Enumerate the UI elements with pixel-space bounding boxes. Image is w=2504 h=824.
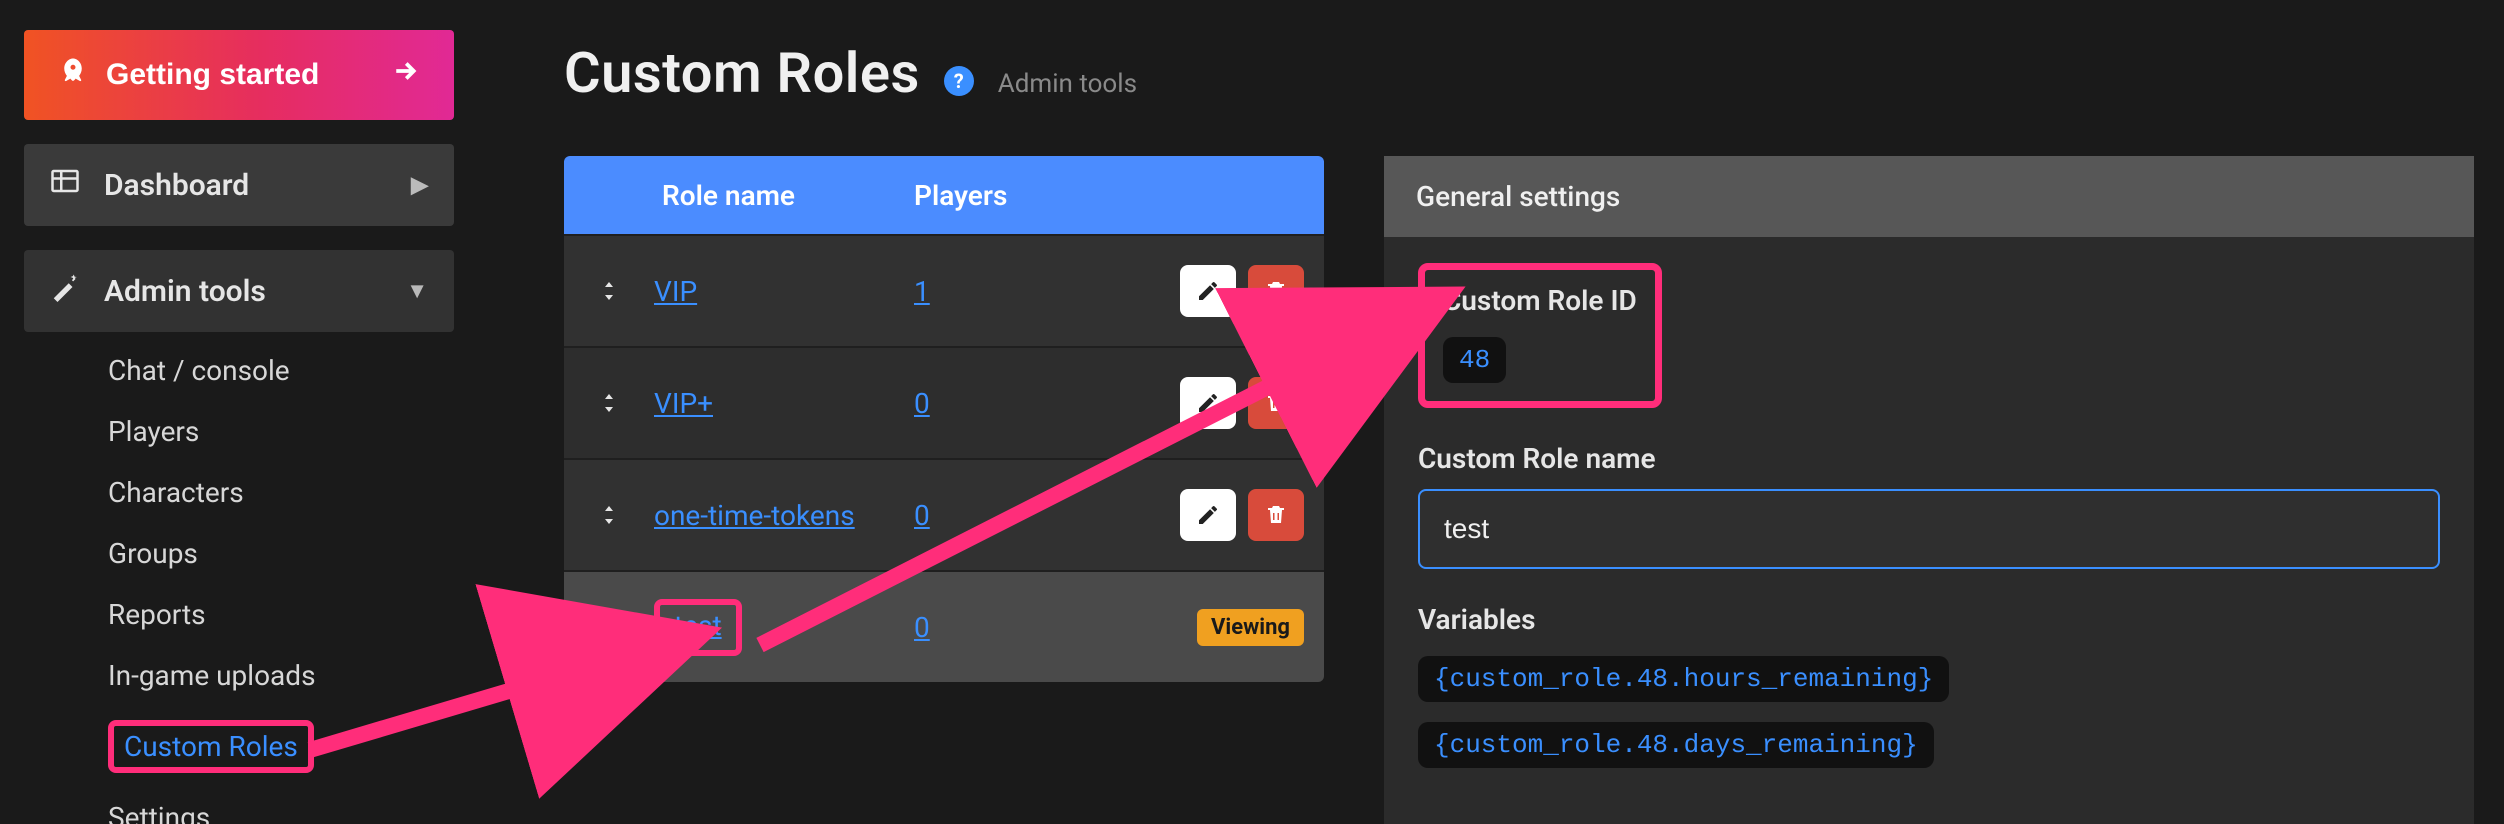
details-header: General settings — [1384, 156, 2474, 237]
arrow-right-icon — [390, 56, 420, 94]
field-label: Custom Role ID — [1443, 284, 1637, 317]
custom-role-id-value: 48 — [1443, 337, 1506, 383]
subnav-ingame-uploads[interactable]: In-game uploads — [94, 647, 454, 704]
th-role-name[interactable]: Role name — [654, 179, 914, 212]
players-link[interactable]: 0 — [914, 611, 930, 644]
role-link[interactable]: test — [674, 609, 722, 642]
subnav-reports[interactable]: Reports — [94, 586, 454, 643]
custom-role-name-input[interactable] — [1418, 489, 2440, 569]
main: Custom Roles ? Admin tools Role name Pla… — [564, 40, 2504, 824]
subnav-characters[interactable]: Characters — [94, 464, 454, 521]
subnav-groups[interactable]: Groups — [94, 525, 454, 582]
rocket-icon — [58, 56, 88, 94]
trash-icon — [1264, 279, 1288, 303]
pencil-icon — [1196, 279, 1220, 303]
page-title-row: Custom Roles ? Admin tools — [564, 40, 2504, 106]
field-label: Custom Role name — [1418, 442, 2440, 475]
chevron-down-icon: ▼ — [406, 278, 428, 304]
subnav-label: Players — [108, 415, 199, 448]
role-link[interactable]: VIP — [654, 275, 697, 308]
getting-started-label: Getting started — [106, 58, 319, 92]
admin-tools-subnav: Chat / console Players Characters Groups… — [24, 342, 454, 824]
drag-handle-icon[interactable] — [564, 615, 654, 639]
pencil-icon — [1196, 391, 1220, 415]
subnav-label: Groups — [108, 537, 198, 570]
subnav-settings[interactable]: Settings — [94, 789, 454, 824]
variable-token[interactable]: {custom_role.48.days_remaining} — [1418, 722, 1934, 768]
players-link[interactable]: 1 — [914, 275, 930, 308]
subnav-label: Custom Roles — [124, 730, 298, 763]
drag-handle-icon[interactable] — [564, 391, 654, 415]
roles-table: Role name Players VIP 1 — [564, 156, 1324, 682]
variable-token[interactable]: {custom_role.48.hours_remaining} — [1418, 656, 1949, 702]
delete-button[interactable] — [1248, 377, 1304, 429]
th-players[interactable]: Players — [914, 179, 1114, 212]
players-link[interactable]: 0 — [914, 499, 930, 532]
table-header: Role name Players — [564, 156, 1324, 234]
nav-admin-tools-label: Admin tools — [104, 274, 266, 309]
nav-admin-tools[interactable]: Admin tools ▼ — [24, 250, 454, 332]
breadcrumb: Admin tools — [998, 69, 1137, 99]
players-link[interactable]: 0 — [914, 387, 930, 420]
drag-handle-icon[interactable] — [564, 279, 654, 303]
trash-icon — [1264, 503, 1288, 527]
subnav-label: Chat / console — [108, 354, 290, 387]
getting-started-button[interactable]: Getting started — [24, 30, 454, 120]
help-icon[interactable]: ? — [944, 66, 974, 96]
annotation-highlight: Custom Role ID 48 — [1418, 263, 1662, 408]
role-link[interactable]: VIP+ — [654, 387, 713, 420]
table-row: VIP+ 0 — [564, 346, 1324, 458]
field-custom-role-id: Custom Role ID 48 — [1418, 263, 2440, 408]
field-custom-role-name: Custom Role name — [1418, 442, 2440, 569]
viewing-badge: Viewing — [1197, 609, 1304, 646]
table-row: one-time-tokens 0 — [564, 458, 1324, 570]
subnav-players[interactable]: Players — [94, 403, 454, 460]
subnav-label: In-game uploads — [108, 659, 316, 692]
annotation-highlight: test — [654, 599, 742, 656]
page-title: Custom Roles — [564, 40, 920, 106]
details-body: Custom Role ID 48 Custom Role name Varia… — [1384, 237, 2474, 824]
delete-button[interactable] — [1248, 489, 1304, 541]
subnav-custom-roles[interactable]: Custom Roles — [94, 708, 454, 785]
subnav-label: Characters — [108, 476, 244, 509]
subnav-label: Settings — [108, 801, 210, 824]
nav-dashboard-label: Dashboard — [104, 168, 249, 203]
annotation-highlight: Custom Roles — [108, 720, 314, 773]
edit-button[interactable] — [1180, 377, 1236, 429]
sidebar: Getting started Dashboard ▶ Admin tools … — [24, 30, 454, 824]
trash-icon — [1264, 391, 1288, 415]
details-panel: General settings Custom Role ID 48 Custo… — [1384, 156, 2474, 824]
grid-icon — [50, 166, 80, 204]
subnav-chat-console[interactable]: Chat / console — [94, 342, 454, 399]
edit-button[interactable] — [1180, 265, 1236, 317]
content-columns: Role name Players VIP 1 — [564, 156, 2504, 824]
delete-button[interactable] — [1248, 265, 1304, 317]
role-link[interactable]: one-time-tokens — [654, 499, 855, 532]
drag-handle-icon[interactable] — [564, 503, 654, 527]
wand-icon — [50, 272, 80, 310]
pencil-icon — [1196, 503, 1220, 527]
table-row: test 0 Viewing — [564, 570, 1324, 682]
field-label: Variables — [1418, 603, 2440, 636]
table-row: VIP 1 — [564, 234, 1324, 346]
subnav-label: Reports — [108, 598, 206, 631]
field-variables: Variables {custom_role.48.hours_remainin… — [1418, 603, 2440, 768]
chevron-right-icon: ▶ — [411, 173, 428, 198]
nav-dashboard[interactable]: Dashboard ▶ — [24, 144, 454, 226]
edit-button[interactable] — [1180, 489, 1236, 541]
